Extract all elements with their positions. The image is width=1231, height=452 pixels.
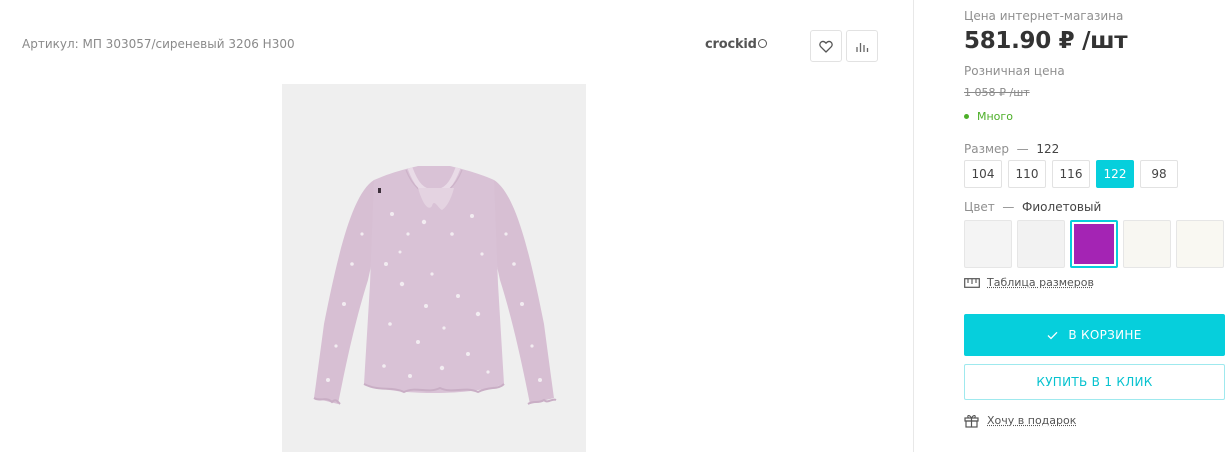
size-option[interactable]: 104 xyxy=(964,160,1002,188)
product-image[interactable] xyxy=(282,84,586,452)
retail-price: 1 058 ₽ /шт xyxy=(964,86,1030,99)
color-swatch[interactable] xyxy=(964,220,1012,268)
color-swatch[interactable] xyxy=(1017,220,1065,268)
online-price: 581.90 ₽ /шт xyxy=(964,28,1128,54)
in-cart-label: В КОРЗИНЕ xyxy=(1068,328,1142,342)
compare-button[interactable] xyxy=(846,30,878,62)
bar-chart-icon xyxy=(856,42,869,52)
product-gallery: Артикул: МП 303057/сиреневый 3206 H300 c… xyxy=(0,0,914,452)
brand-name: crockid xyxy=(705,37,757,52)
stock-status: Много xyxy=(964,110,1013,123)
color-label: Цвет — Фиолетовый xyxy=(964,200,1101,214)
brand-logo[interactable]: crockid xyxy=(705,37,767,52)
online-price-label: Цена интернет-магазина xyxy=(964,9,1124,23)
size-table-text: Таблица размеров xyxy=(987,276,1094,289)
size-dash: — xyxy=(1016,142,1029,156)
color-label-text: Цвет xyxy=(964,200,995,214)
gift-icon xyxy=(964,415,979,428)
gift-link[interactable]: Хочу в подарок xyxy=(964,413,1076,428)
favorite-button[interactable] xyxy=(810,30,842,62)
retail-price-label: Розничная цена xyxy=(964,64,1065,78)
ruler-icon xyxy=(964,277,980,288)
size-selected: 122 xyxy=(1036,142,1060,156)
check-icon xyxy=(1047,331,1058,339)
color-dash: — xyxy=(1002,200,1015,214)
heart-icon xyxy=(819,40,833,53)
color-swatch[interactable] xyxy=(1123,220,1171,268)
shirt-image xyxy=(313,166,557,405)
vertical-divider xyxy=(913,0,914,452)
size-label: Размер — 122 xyxy=(964,142,1059,156)
size-options: 104 110 116 122 98 xyxy=(964,160,1178,188)
in-cart-button[interactable]: В КОРЗИНЕ xyxy=(964,314,1225,356)
color-swatch-selected[interactable] xyxy=(1070,220,1118,268)
size-table-link[interactable]: Таблица размеров xyxy=(964,276,1094,289)
color-swatch[interactable] xyxy=(1176,220,1224,268)
stock-text: Много xyxy=(977,110,1013,123)
color-selected: Фиолетовый xyxy=(1022,200,1102,214)
gift-text: Хочу в подарок xyxy=(987,414,1077,427)
swatch-fill xyxy=(1074,224,1114,264)
size-option-selected[interactable]: 122 xyxy=(1096,160,1134,188)
color-options xyxy=(964,220,1224,268)
stock-dot-icon xyxy=(964,114,969,119)
size-option[interactable]: 98 xyxy=(1140,160,1178,188)
size-option[interactable]: 110 xyxy=(1008,160,1046,188)
brand-mark-icon xyxy=(757,39,767,48)
buy-one-click-button[interactable]: КУПИТЬ В 1 КЛИК xyxy=(964,364,1225,400)
size-option[interactable]: 116 xyxy=(1052,160,1090,188)
size-label-text: Размер xyxy=(964,142,1010,156)
sku-text: Артикул: МП 303057/сиреневый 3206 H300 xyxy=(22,37,295,51)
